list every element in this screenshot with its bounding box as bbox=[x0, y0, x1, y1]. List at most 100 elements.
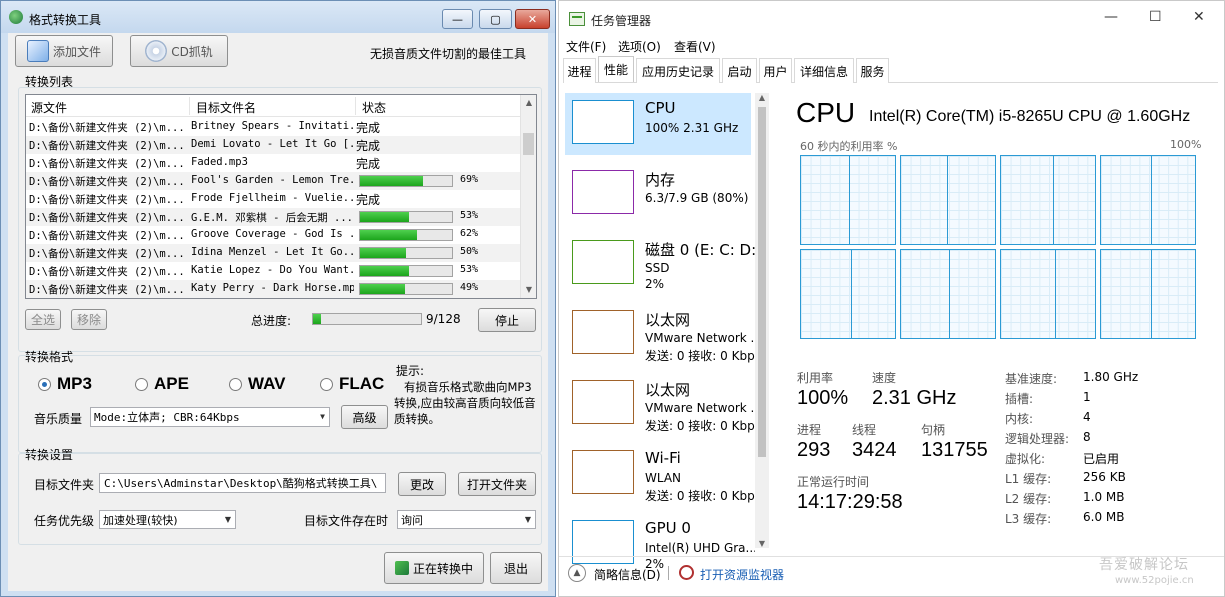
tm-minimize-button[interactable]: — bbox=[1104, 9, 1118, 25]
item-line2: 发送: 0 接收: 0 Kbps bbox=[645, 489, 755, 503]
table-row[interactable]: D:\备份\新建文件夹 (2)\m... Groove Coverage - Go… bbox=[26, 226, 521, 244]
open-folder-button[interactable]: 打开文件夹 bbox=[458, 472, 536, 496]
spec-value: 6.0 MB bbox=[1083, 510, 1125, 524]
row-target: Groove Coverage - God Is ... bbox=[191, 228, 354, 240]
mini-graph bbox=[572, 380, 634, 424]
row-status: 完成 bbox=[356, 157, 381, 171]
sidebar-item-3[interactable]: 以太网 VMware Network ... 发送: 0 接收: 0 Kbps bbox=[565, 303, 755, 365]
tab-app-history[interactable]: 应用历史记录 bbox=[636, 58, 720, 83]
list-scrollbar[interactable]: ▲ ▼ bbox=[520, 95, 536, 298]
close-button[interactable]: ✕ bbox=[515, 9, 550, 29]
row-source: D:\备份\新建文件夹 (2)\m... bbox=[29, 194, 185, 206]
scroll-down-icon[interactable]: ▼ bbox=[521, 282, 536, 298]
menu-file[interactable]: 文件(F) bbox=[566, 38, 606, 55]
total-progress-label: 总进度: bbox=[251, 314, 292, 328]
row-source: D:\备份\新建文件夹 (2)\m... bbox=[29, 122, 185, 134]
tab-performance[interactable]: 性能 bbox=[598, 56, 634, 82]
change-folder-button[interactable]: 更改 bbox=[398, 472, 446, 496]
format-ape-radio[interactable]: APE bbox=[135, 374, 189, 394]
list-header: 源文件 目标文件名 状态 bbox=[26, 95, 521, 117]
uptime-value: 14:17:29:58 bbox=[797, 491, 903, 513]
table-row[interactable]: D:\备份\新建文件夹 (2)\m... Demi Lovato - Let It… bbox=[26, 136, 521, 154]
total-progress-count: 9/128 bbox=[426, 312, 461, 326]
table-row[interactable]: D:\备份\新建文件夹 (2)\m... Idina Menzel - Let I… bbox=[26, 244, 521, 262]
spec-label: 插槽: bbox=[1005, 392, 1034, 406]
task-manager-window: 任务管理器 — ☐ ✕ 文件(F) 选项(O) 查看(V) 进程 性能 应用历史… bbox=[558, 0, 1225, 597]
table-row[interactable]: D:\备份\新建文件夹 (2)\m... Fool's Garden - Lemo… bbox=[26, 172, 521, 190]
add-file-label: 添加文件 bbox=[52, 44, 101, 59]
row-progress-percent: 53% bbox=[460, 210, 479, 221]
sidebar-scrollbar[interactable]: ▲ ▼ bbox=[755, 93, 769, 548]
spec-label: 内核: bbox=[1005, 412, 1034, 426]
tab-startup[interactable]: 启动 bbox=[722, 58, 757, 83]
add-file-button[interactable]: 添加文件 bbox=[15, 35, 113, 67]
maximize-button[interactable]: ▢ bbox=[479, 9, 512, 29]
radio-dot bbox=[320, 377, 333, 391]
format-mp3-radio[interactable]: MP3 bbox=[38, 374, 92, 394]
table-row[interactable]: D:\备份\新建文件夹 (2)\m... Britney Spears - Inv… bbox=[26, 118, 521, 136]
app-logo-icon bbox=[9, 10, 23, 24]
hint-text: 有损音乐格式歌曲向MP3转换,应由较高音质向较低音质转换。 bbox=[394, 380, 536, 426]
sidebar-item-0[interactable]: CPU 100% 2.31 GHz bbox=[565, 93, 751, 155]
table-row[interactable]: D:\备份\新建文件夹 (2)\m... G.E.M. 邓紫棋 - 后会无期 ..… bbox=[26, 208, 521, 226]
format-wav-radio[interactable]: WAV bbox=[229, 374, 285, 394]
minimize-button[interactable]: — bbox=[442, 9, 473, 29]
row-status: 完成 bbox=[356, 193, 381, 207]
col-status[interactable]: 状态 bbox=[362, 99, 386, 116]
cpu-model: Intel(R) Core(TM) i5-8265U CPU @ 1.60GHz bbox=[869, 108, 1191, 125]
fewer-details-link[interactable]: 简略信息(D) bbox=[594, 566, 661, 583]
chevron-up-icon[interactable]: ▲ bbox=[568, 564, 586, 582]
stop-button[interactable]: 停止 bbox=[478, 308, 536, 332]
scroll-down-icon[interactable]: ▼ bbox=[755, 539, 769, 548]
sidebar-item-1[interactable]: 内存 6.3/7.9 GB (80%) bbox=[565, 163, 751, 225]
col-source[interactable]: 源文件 bbox=[31, 99, 67, 116]
advanced-button[interactable]: 高级 bbox=[341, 405, 388, 429]
tm-maximize-button[interactable]: ☐ bbox=[1149, 9, 1162, 25]
sidebar-item-2[interactable]: 磁盘 0 (E: C: D: SSD 2% bbox=[565, 233, 756, 295]
menu-view[interactable]: 查看(V) bbox=[674, 38, 716, 55]
conversion-list[interactable]: 源文件 目标文件名 状态 D:\备份\新建文件夹 (2)\m... Britney… bbox=[25, 94, 537, 299]
mini-graph bbox=[572, 170, 634, 214]
tab-processes[interactable]: 进程 bbox=[563, 58, 596, 83]
select-all-button[interactable]: 全选 bbox=[25, 309, 61, 330]
row-progress-bar bbox=[359, 283, 453, 295]
tab-users[interactable]: 用户 bbox=[759, 58, 792, 83]
speed-label: 速度 bbox=[872, 371, 897, 385]
scroll-up-icon[interactable]: ▲ bbox=[755, 93, 769, 102]
table-row[interactable]: D:\备份\新建文件夹 (2)\m... Katy Perry - Dark Ho… bbox=[26, 280, 521, 298]
item-name: GPU 0 bbox=[645, 519, 691, 537]
row-progress-percent: 49% bbox=[460, 282, 479, 293]
priority-select[interactable]: 加速处理(较快) ▼ bbox=[99, 510, 236, 529]
process-value: 293 bbox=[797, 439, 831, 461]
table-row[interactable]: D:\备份\新建文件夹 (2)\m... Frode Fjellheim - Vu… bbox=[26, 190, 521, 208]
remove-button[interactable]: 移除 bbox=[71, 309, 107, 330]
row-status: 完成 bbox=[356, 121, 381, 135]
row-target: Fool's Garden - Lemon Tre... bbox=[191, 174, 354, 186]
menu-options[interactable]: 选项(O) bbox=[618, 38, 661, 55]
tab-services[interactable]: 服务 bbox=[856, 58, 889, 83]
cd-rip-button[interactable]: CD抓轨 bbox=[130, 35, 228, 67]
sidebar-item-4[interactable]: 以太网 VMware Network ... 发送: 0 接收: 0 Kbps bbox=[565, 373, 755, 435]
exists-select[interactable]: 询问 ▼ bbox=[397, 510, 536, 529]
col-target[interactable]: 目标文件名 bbox=[196, 99, 256, 116]
task-manager-icon bbox=[569, 12, 585, 26]
scroll-thumb[interactable] bbox=[523, 133, 534, 155]
scroll-up-icon[interactable]: ▲ bbox=[521, 95, 536, 111]
scroll-thumb[interactable] bbox=[758, 107, 766, 457]
tab-details[interactable]: 详细信息 bbox=[794, 58, 854, 83]
target-folder-field[interactable]: C:\Users\Adminstar\Desktop\酷狗格式转换工具\ bbox=[99, 473, 386, 493]
converter-client: 添加文件 CD抓轨 无损音质文件切割的最佳工具 转换列表 源文件 目标文件名 状… bbox=[8, 33, 548, 591]
format-flac-radio[interactable]: FLAC bbox=[320, 374, 384, 394]
row-target: G.E.M. 邓紫棋 - 后会无期 ... bbox=[191, 212, 354, 224]
sidebar-item-5[interactable]: Wi-Fi WLAN 发送: 0 接收: 0 Kbps bbox=[565, 443, 755, 505]
quality-select[interactable]: Mode:立体声; CBR:64Kbps ▼ bbox=[90, 407, 330, 427]
converting-button[interactable]: 正在转换中 bbox=[384, 552, 484, 584]
table-row[interactable]: D:\备份\新建文件夹 (2)\m... Katie Lopez - Do You… bbox=[26, 262, 521, 280]
exit-button[interactable]: 退出 bbox=[490, 552, 542, 584]
uptime-label: 正常运行时间 bbox=[797, 475, 870, 489]
speed-value: 2.31 GHz bbox=[872, 387, 957, 409]
resource-monitor-link[interactable]: 打开资源监视器 bbox=[700, 566, 784, 583]
table-row[interactable]: D:\备份\新建文件夹 (2)\m... Faded.mp3 完成 bbox=[26, 154, 521, 172]
tm-close-button[interactable]: ✕ bbox=[1193, 9, 1205, 25]
resource-monitor-icon[interactable] bbox=[679, 565, 694, 580]
